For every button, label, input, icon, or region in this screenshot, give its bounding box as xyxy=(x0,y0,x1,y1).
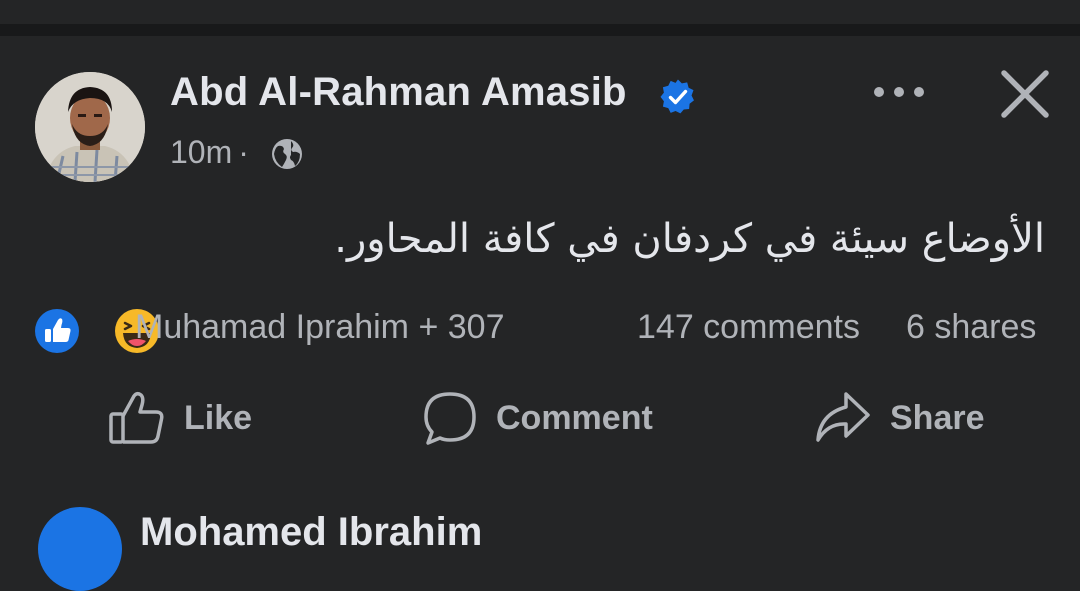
reactions-summary[interactable]: Muhamad Iprahim + 307 xyxy=(135,308,504,347)
more-options-icon[interactable] xyxy=(868,74,930,110)
author-avatar[interactable] xyxy=(35,72,145,182)
next-post-avatar[interactable] xyxy=(38,507,122,591)
previous-post-bottom xyxy=(0,0,1080,24)
author-name[interactable]: Abd Al-Rahman Amasib xyxy=(170,70,627,115)
post-card: Abd Al-Rahman Amasib 10m · الأوضاع سيئة ف… xyxy=(0,36,1080,591)
feed-divider xyxy=(0,24,1080,36)
verified-badge-icon xyxy=(660,79,694,114)
shares-count[interactable]: 6 shares xyxy=(906,308,1036,347)
comment-icon xyxy=(424,392,476,445)
comments-count[interactable]: 147 comments xyxy=(637,308,860,347)
comment-label: Comment xyxy=(496,398,653,437)
like-button[interactable]: Like xyxy=(108,388,252,448)
post-time[interactable]: 10m xyxy=(170,134,232,170)
like-reaction-icon xyxy=(35,309,79,353)
next-post-author[interactable]: Mohamed Ibrahim xyxy=(140,510,482,555)
share-button[interactable]: Share xyxy=(814,388,985,448)
like-icon xyxy=(109,391,164,444)
post-meta: 10m · xyxy=(170,134,255,171)
like-label: Like xyxy=(184,398,253,437)
comment-button[interactable]: Comment xyxy=(422,388,653,448)
post-text: الأوضاع سيئة في كردفان في كافة المحاور. xyxy=(334,216,1045,262)
share-icon xyxy=(816,392,870,442)
globe-icon xyxy=(272,139,302,169)
close-icon[interactable] xyxy=(995,64,1055,124)
meta-separator: · xyxy=(238,134,249,170)
share-label: Share xyxy=(890,398,985,437)
